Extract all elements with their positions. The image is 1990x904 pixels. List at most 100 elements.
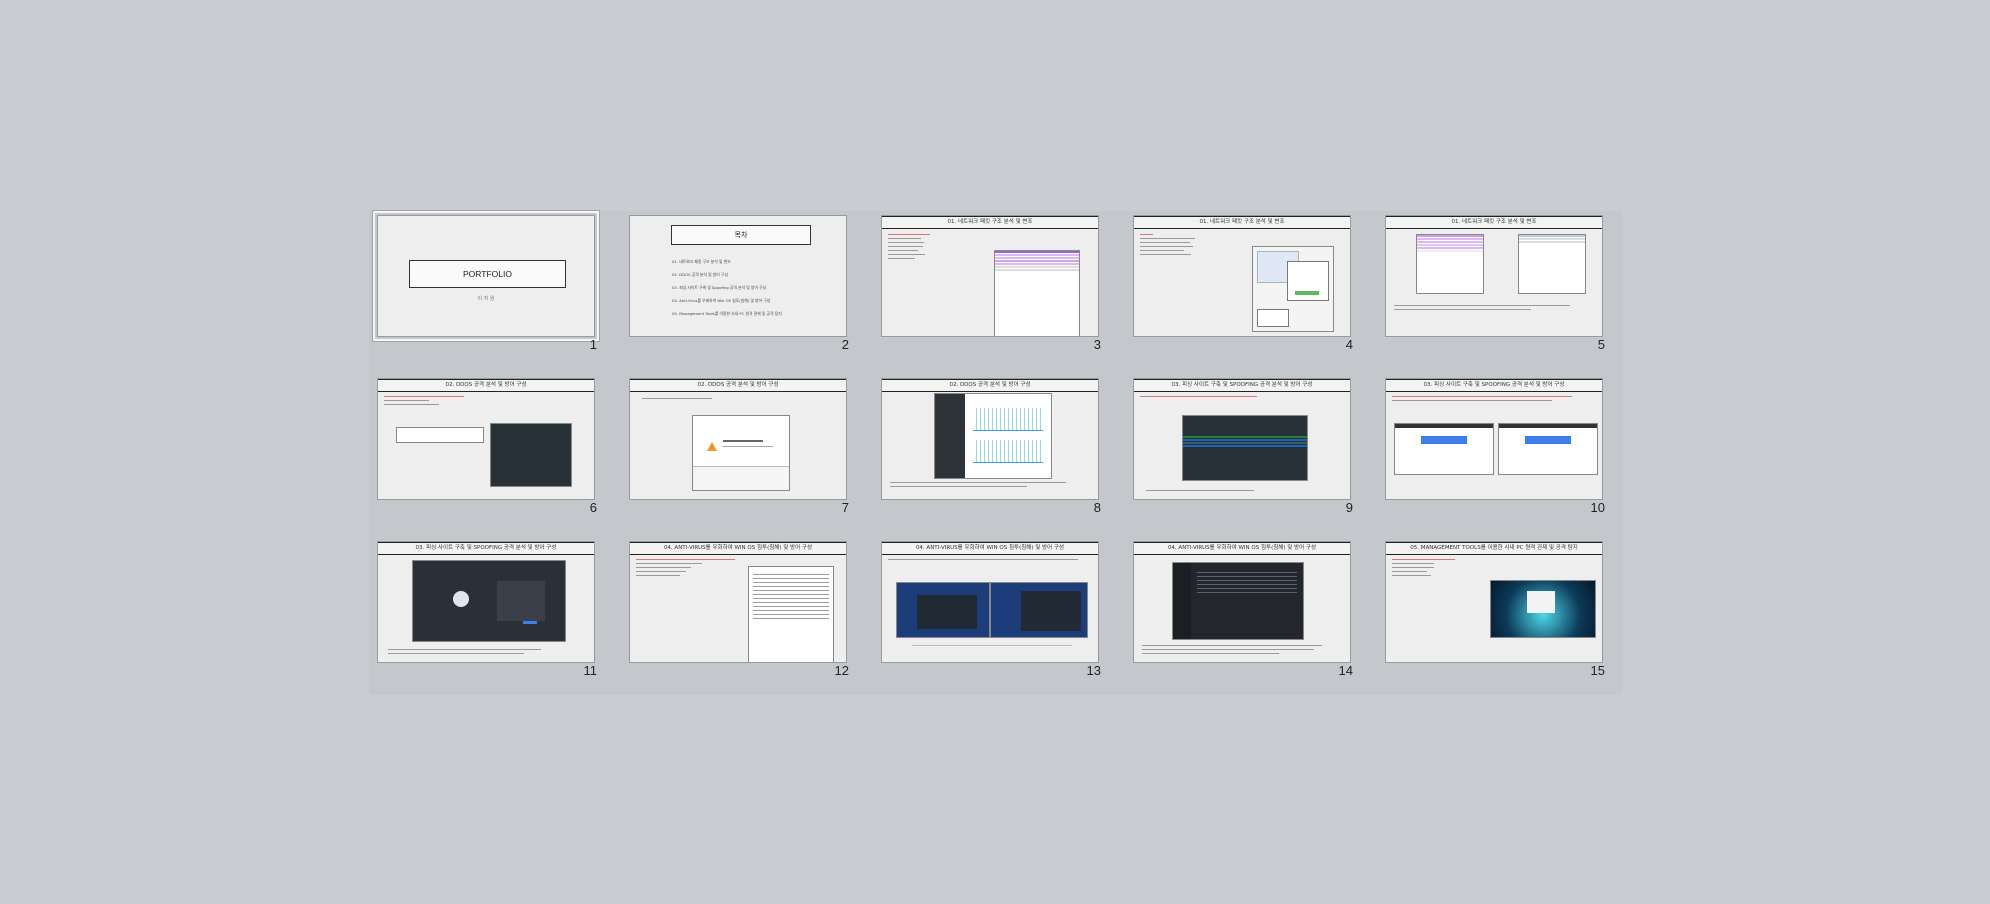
slide-thumbnail-12[interactable]: 04. ANTI-VIRUS를 우회하여 WIN OS 침투(침해) 및 방어 … (625, 537, 851, 678)
slide-9-content: 03. 피싱 사이트 구축 및 SPOOFING 공격 분석 및 방어 구성 (1133, 378, 1351, 500)
remote-control-screenshot (1490, 580, 1596, 638)
slide-number: 12 (834, 663, 849, 678)
body-text (1394, 302, 1590, 313)
slide-number: 1 (589, 337, 597, 352)
terminal-screenshot (1182, 415, 1308, 481)
capture-screenshot-right (1518, 234, 1586, 294)
slide-header: 05. MANAGEMENT TOOLS를 이용한 사내 PC 원격 관제 및 … (1386, 542, 1602, 555)
slide-header: 04. ANTI-VIRUS를 우회하여 WIN OS 침투(침해) 및 방어 … (882, 542, 1098, 555)
author-name: 이 지 원 (477, 296, 495, 302)
slide-7-content: 02. DDOS 공격 분석 및 방어 구성 (629, 378, 847, 500)
slide-5-content: 01. 네트워크 패킷 구조 분석 및 변조 (1385, 215, 1603, 337)
slide-thumbnail-2[interactable]: 목차 01. 네트워크 패킷 구조 분석 및 변조 02. DDOS 공격 분석… (625, 211, 851, 352)
slide-8-content: 02. DDOS 공격 분석 및 방어 구성 (881, 378, 1099, 500)
slide-number: 10 (1590, 500, 1605, 515)
slide-thumbnail-8[interactable]: 02. DDOS 공격 분석 및 방어 구성 8 (877, 374, 1103, 515)
body-text (384, 393, 484, 408)
slide-header: 03. 피싱 사이트 구축 및 SPOOFING 공격 분석 및 방어 구성 (1386, 379, 1602, 392)
slide-11-content: 03. 피싱 사이트 구축 및 SPOOFING 공격 분석 및 방어 구성 (377, 541, 595, 663)
slide-thumbnail-15[interactable]: 05. MANAGEMENT TOOLS를 이용한 사내 PC 원격 관제 및 … (1381, 537, 1607, 678)
slide-number: 5 (1597, 337, 1605, 352)
slide-header: 03. 피싱 사이트 구축 및 SPOOFING 공격 분석 및 방어 구성 (378, 542, 594, 555)
site-screenshot-left (1394, 423, 1494, 475)
toc-item: 02. DDOS 공격 분석 및 방어 구성 (672, 272, 728, 277)
slide-thumbnail-14[interactable]: 04. ANTI-VIRUS를 우회하여 WIN OS 침투(침해) 및 방어 … (1129, 537, 1355, 678)
slide-thumbnail-13[interactable]: 04. ANTI-VIRUS를 우회하여 WIN OS 침투(침해) 및 방어 … (877, 537, 1103, 678)
wireshark-screenshot (994, 250, 1080, 336)
slide-number: 14 (1338, 663, 1353, 678)
toc-list: 01. 네트워크 패킷 구조 분석 및 변조 02. DDOS 공격 분석 및 … (672, 259, 782, 317)
slide-number: 2 (841, 337, 849, 352)
body-text (888, 556, 1088, 563)
body-text (388, 646, 558, 657)
slide-header: 01. 네트워크 패킷 구조 분석 및 변조 (1134, 216, 1350, 229)
slide-10-content: 03. 피싱 사이트 구축 및 SPOOFING 공격 분석 및 방어 구성 (1385, 378, 1603, 500)
slide-header: 02. DDOS 공격 분석 및 방어 구성 (378, 379, 594, 392)
slide-thumbnail-1[interactable]: PORTFOLIO 이 지 원 1 (373, 211, 599, 352)
slide-2-content: 목차 01. 네트워크 패킷 구조 분석 및 변조 02. DDOS 공격 분석… (629, 215, 847, 337)
body-text (1142, 642, 1338, 657)
slide-number: 9 (1345, 500, 1353, 515)
console-screenshot (1172, 562, 1304, 640)
body-text (1146, 487, 1266, 494)
slide-header: 02. DDOS 공격 분석 및 방어 구성 (630, 379, 846, 392)
slide-number: 13 (1086, 663, 1101, 678)
desktop-screenshot-left (896, 582, 990, 638)
browser-screenshot (396, 427, 484, 443)
toc-item: 05. Management Tools를 이용한 사내 PC 원격 관제 및 … (672, 311, 782, 316)
slide-thumbnail-5[interactable]: 01. 네트워크 패킷 구조 분석 및 변조 5 (1381, 211, 1607, 352)
slide-3-content: 01. 네트워크 패킷 구조 분석 및 변조 (881, 215, 1099, 337)
site-screenshot-right (1498, 423, 1598, 475)
slide-number: 11 (583, 663, 598, 678)
slide-number: 3 (1093, 337, 1101, 352)
slide-header: 01. 네트워크 패킷 구조 분석 및 변조 (1386, 216, 1602, 229)
terminal-screenshot (490, 423, 572, 487)
monitoring-screenshot (934, 393, 1052, 479)
body-text (890, 479, 1086, 490)
slide-thumbnail-7[interactable]: 02. DDOS 공격 분석 및 방어 구성 7 (625, 374, 851, 515)
slide-thumbnail-9[interactable]: 03. 피싱 사이트 구축 및 SPOOFING 공격 분석 및 방어 구성 9 (1129, 374, 1355, 515)
packet-tool-screenshot (1252, 246, 1334, 332)
slide-6-content: 02. DDOS 공격 분석 및 방어 구성 (377, 378, 595, 500)
slide-header: 04. ANTI-VIRUS를 우회하여 WIN OS 침투(침해) 및 방어 … (1134, 542, 1350, 555)
slide-number: 4 (1345, 337, 1353, 352)
slide-header: 04. ANTI-VIRUS를 우회하여 WIN OS 침투(침해) 및 방어 … (630, 542, 846, 555)
warning-dialog-screenshot (692, 415, 790, 491)
body-text (642, 395, 742, 402)
slide-number: 15 (1590, 663, 1605, 678)
slide-thumbnail-3[interactable]: 01. 네트워크 패킷 구조 분석 및 변조 3 (877, 211, 1103, 352)
slide-thumbnail-4[interactable]: 01. 네트워크 패킷 구조 분석 및 변조 4 (1129, 211, 1355, 352)
slide-15-content: 05. MANAGEMENT TOOLS를 이용한 사내 PC 원격 관제 및 … (1385, 541, 1603, 663)
toc-item: 04. Anti-Virus를 우회하여 Win OS 침투(침해) 및 방어 … (672, 298, 771, 303)
slide-number: 8 (1093, 500, 1101, 515)
toc-title-box: 목차 (671, 225, 811, 245)
desktop-screenshot-right (990, 582, 1088, 638)
body-text (1392, 393, 1592, 404)
slide-thumbnail-10[interactable]: 03. 피싱 사이트 구축 및 SPOOFING 공격 분석 및 방어 구성 1… (1381, 374, 1607, 515)
slide-thumbnail-11[interactable]: 03. 피싱 사이트 구축 및 SPOOFING 공격 분석 및 방어 구성 1… (373, 537, 599, 678)
slide-sorter-panel: PORTFOLIO 이 지 원 1 목차 01. 네트워크 패킷 구조 분석 및… (369, 211, 1622, 695)
body-text (636, 556, 746, 579)
capture-screenshot-left (1416, 234, 1484, 294)
body-text (1392, 556, 1462, 579)
phishing-site-screenshot (412, 560, 566, 642)
slide-14-content: 04. ANTI-VIRUS를 우회하여 WIN OS 침투(침해) 및 방어 … (1133, 541, 1351, 663)
body-text (1140, 393, 1270, 400)
body-text (1140, 231, 1250, 258)
scan-results-screenshot (748, 566, 834, 662)
caption (912, 642, 1072, 649)
slide-number: 7 (841, 500, 849, 515)
slide-13-content: 04. ANTI-VIRUS를 우회하여 WIN OS 침투(침해) 및 방어 … (881, 541, 1099, 663)
slide-4-content: 01. 네트워크 패킷 구조 분석 및 변조 (1133, 215, 1351, 337)
toc-item: 01. 네트워크 패킷 구조 분석 및 변조 (672, 259, 731, 264)
slide-1-content: PORTFOLIO 이 지 원 (377, 215, 595, 337)
title-box: PORTFOLIO (409, 260, 566, 288)
slide-number: 6 (589, 500, 597, 515)
slide-header: 02. DDOS 공격 분석 및 방어 구성 (882, 379, 1098, 392)
slide-thumbnail-6[interactable]: 02. DDOS 공격 분석 및 방어 구성 6 (373, 374, 599, 515)
slide-12-content: 04. ANTI-VIRUS를 우회하여 WIN OS 침투(침해) 및 방어 … (629, 541, 847, 663)
toc-item: 03. 피싱 사이트 구축 및 Spoofing 공격 분석 및 방어 구성 (672, 285, 767, 290)
body-text (888, 231, 948, 262)
slide-header: 03. 피싱 사이트 구축 및 SPOOFING 공격 분석 및 방어 구성 (1134, 379, 1350, 392)
slide-header: 01. 네트워크 패킷 구조 분석 및 변조 (882, 216, 1098, 229)
